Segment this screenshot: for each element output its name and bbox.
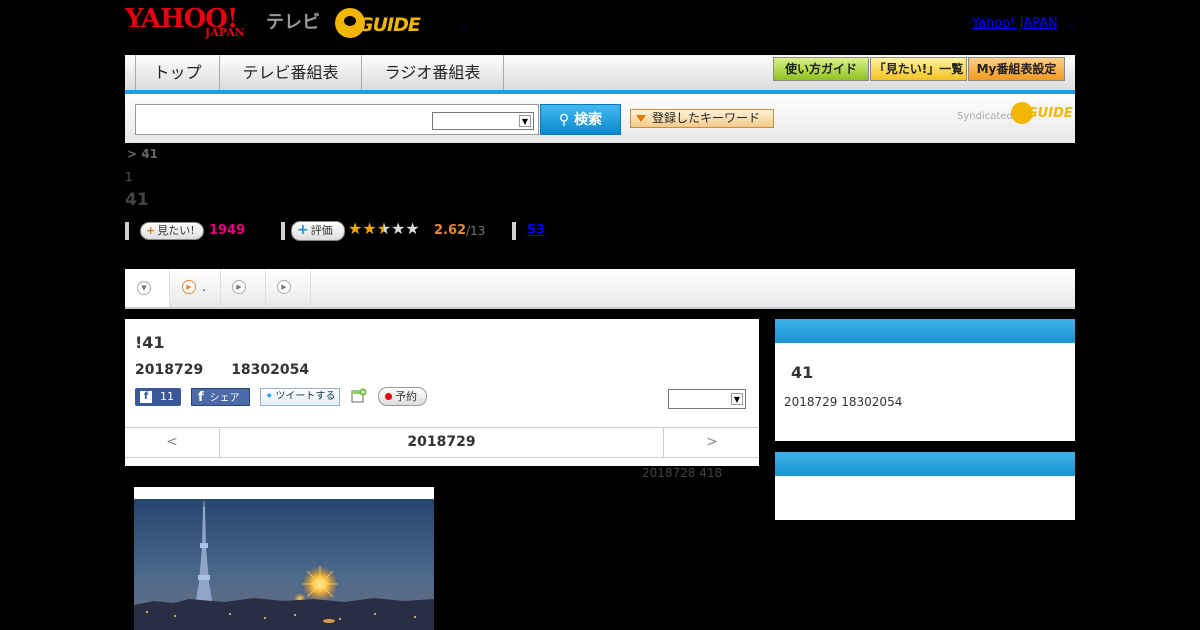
syndicated-label: Syndicated: [957, 111, 1013, 122]
nav-spacer: [125, 55, 136, 90]
tab-3[interactable]: ▶: [221, 269, 266, 307]
facebook-icon: f: [198, 390, 204, 405]
review-count-link[interactable]: 53: [527, 223, 545, 238]
registered-keywords-label: 登録したキーワード: [652, 111, 761, 125]
play-icon: ▶: [232, 280, 246, 294]
gguide-logo-text: GUIDE: [358, 14, 421, 36]
tweet-button[interactable]: ✦ ツイートする: [260, 388, 340, 406]
search-button[interactable]: ⚲ 検索: [540, 104, 621, 135]
day-navigator: < 2018729 >: [125, 427, 759, 458]
tweet-label: ツイートする: [275, 391, 336, 402]
program-tabs: ▼ ▶ . ▶ ▶: [125, 269, 1075, 309]
play-icon: ▶: [277, 280, 291, 294]
episode-line: 1: [125, 170, 133, 184]
program-photo: [134, 487, 434, 630]
usage-guide-button[interactable]: 使い方ガイド: [773, 57, 869, 81]
calendar-add-icon[interactable]: [351, 388, 367, 404]
original-air-info: 2018728 418: [642, 466, 723, 480]
rating-count: /13: [466, 224, 486, 238]
mitai-list-button[interactable]: 「見たい!」一覧: [870, 57, 967, 81]
mitai-count: 1949: [209, 223, 246, 238]
tab-2[interactable]: ▶ .: [170, 269, 221, 307]
divider: [512, 222, 516, 240]
reserve-button[interactable]: 予約: [378, 387, 427, 406]
chevron-down-icon: ▼: [137, 281, 151, 295]
search-button-label: 検索: [574, 112, 603, 128]
play-icon: ▶: [182, 280, 196, 294]
star-icon: ★: [362, 219, 377, 238]
facebook-icon: f: [140, 391, 152, 403]
rating-stars: ★★★★★: [348, 219, 420, 238]
yahoo-japan-link[interactable]: Yahoo! JAPAN: [972, 16, 1058, 31]
current-day-label: 2018729: [407, 434, 476, 450]
side-panel-broadcast: 41 2018729 18302054: [775, 319, 1075, 441]
yahoo-japan-logo-sub: JAPAN: [205, 26, 245, 39]
header-dot: .: [462, 18, 466, 32]
search-icon: ⚲: [558, 112, 570, 128]
header-dot-right: .: [1070, 16, 1074, 30]
nav-tab-tv-schedule[interactable]: テレビ番組表: [220, 55, 362, 90]
reserve-label: 予約: [395, 390, 417, 403]
star-icon: ★: [348, 219, 363, 238]
facebook-like-button[interactable]: f 11: [135, 388, 181, 406]
plus-icon: +: [146, 224, 156, 237]
star-empty-icon: ★: [405, 219, 420, 238]
plus-icon: +: [297, 222, 309, 238]
mitai-label: 見たい!: [157, 224, 195, 237]
chevron-down-icon: ▼: [519, 115, 531, 127]
side-panel-title: 41: [791, 363, 814, 382]
search-genre-select[interactable]: ▼: [432, 112, 534, 130]
side-panel-header: [775, 319, 1075, 343]
divider: [281, 222, 285, 240]
fireworks-skytree-image: [134, 487, 434, 630]
divider: [125, 222, 129, 240]
side-panel-related: [775, 452, 1075, 520]
breadcrumb[interactable]: > 41: [127, 147, 158, 161]
rating-value: 2.62: [434, 223, 467, 238]
tab-4[interactable]: ▶: [266, 269, 311, 307]
program-detail-title: !41: [135, 333, 165, 352]
side-panel-header: [775, 452, 1075, 476]
chevron-down-icon: ▼: [731, 393, 743, 405]
facebook-share-label: シェア: [209, 393, 240, 404]
facebook-like-count: 11: [160, 390, 174, 403]
next-day-button[interactable]: >: [663, 428, 760, 457]
search-bar: ▼ ⚲ 検索 登録したキーワード Syndicated GUIDE: [125, 94, 1075, 143]
tv-logo-text: テレビ: [266, 12, 320, 33]
my-schedule-settings-button[interactable]: My番組表設定: [968, 57, 1065, 81]
tab-info[interactable]: ▼: [125, 269, 170, 307]
program-detail-panel: !41 2018729 18302054 f 11 f シェア ✦ ツイートする 予約…: [125, 319, 759, 466]
tab-2-label: .: [202, 280, 206, 294]
program-air-date: 2018729 18302054: [135, 362, 310, 378]
star-empty-icon: ★: [391, 219, 406, 238]
syndicated-gguide-text: GUIDE: [1027, 106, 1073, 121]
mitai-button[interactable]: + 見たい!: [140, 222, 204, 240]
star-half-icon: ★: [376, 219, 392, 238]
program-action-select[interactable]: ▼: [668, 389, 746, 409]
nav-tab-top[interactable]: トップ: [136, 55, 220, 90]
program-title: 41: [125, 190, 149, 210]
rate-button[interactable]: + 評価: [291, 221, 345, 241]
main-navbar: トップ テレビ番組表 ラジオ番組表 使い方ガイド 「見たい!」一覧 My番組表設…: [125, 55, 1075, 94]
triangle-down-icon: [636, 115, 646, 122]
side-panel-date: 2018729 18302054: [784, 395, 903, 409]
prev-day-button[interactable]: <: [125, 428, 220, 457]
registered-keywords-button[interactable]: 登録したキーワード: [630, 109, 774, 128]
nav-tab-radio-schedule[interactable]: ラジオ番組表: [362, 55, 504, 90]
twitter-bird-icon: ✦: [265, 391, 274, 402]
facebook-share-button[interactable]: f シェア: [191, 388, 250, 406]
record-icon: [385, 393, 392, 400]
rate-label: 評価: [310, 224, 333, 237]
